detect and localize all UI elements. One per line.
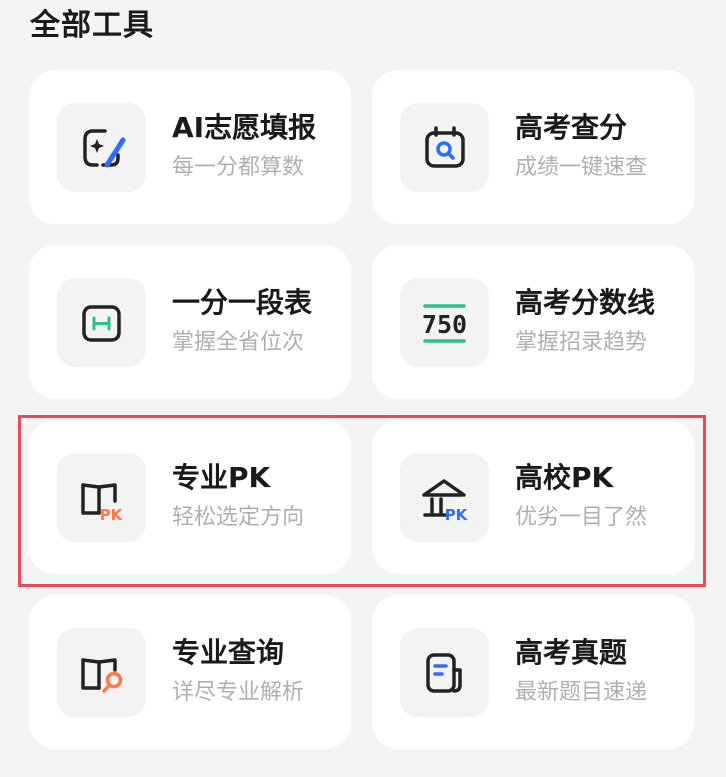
tool-subtitle: 详尽专业解析	[172, 680, 305, 705]
calendar-search-icon	[400, 103, 489, 192]
icon-text-pk: PK	[100, 506, 124, 524]
tool-title: 一分一段表	[172, 286, 313, 319]
tool-title: 专业查询	[172, 636, 285, 669]
exam-paper-icon	[400, 628, 489, 717]
tool-subtitle: 最新题目速递	[515, 680, 648, 705]
tool-card-major-search[interactable]: 专业查询 详尽专业解析	[29, 595, 351, 749]
tool-subtitle: 成绩一键速查	[515, 155, 648, 180]
icon-text-pk: PK	[445, 506, 469, 524]
tool-card-score-query[interactable]: 高考查分 成绩一键速查	[372, 70, 694, 224]
tool-subtitle: 掌握全省位次	[172, 330, 305, 355]
book-search-icon	[57, 628, 146, 717]
section-title: 全部工具	[30, 8, 154, 43]
score-line-750-icon: 750	[400, 278, 489, 367]
book-pk-icon: PK	[57, 453, 146, 542]
icon-text-750: 750	[422, 310, 467, 339]
ai-pen-icon	[57, 103, 146, 192]
tool-card-ai-application[interactable]: AI志愿填报 每一分都算数	[29, 70, 351, 224]
tool-subtitle: 每一分都算数	[172, 155, 305, 180]
tool-title: AI志愿填报	[172, 111, 317, 144]
tool-subtitle: 优劣一目了然	[515, 505, 648, 530]
score-range-icon	[57, 278, 146, 367]
tool-card-score-ranking-table[interactable]: 一分一段表 掌握全省位次	[29, 245, 351, 399]
tool-title: 高考真题	[515, 636, 628, 669]
tool-title: 高考分数线	[515, 286, 656, 319]
tool-title: 专业PK	[172, 461, 271, 494]
tool-card-major-pk[interactable]: PK 专业PK 轻松选定方向	[29, 420, 351, 574]
university-pk-icon: PK	[400, 453, 489, 542]
tool-title: 高校PK	[515, 461, 614, 494]
tool-card-exam-papers[interactable]: 高考真题 最新题目速递	[372, 595, 694, 749]
tool-subtitle: 掌握招录趋势	[515, 330, 648, 355]
tool-subtitle: 轻松选定方向	[172, 505, 305, 530]
tool-card-score-line[interactable]: 750 高考分数线 掌握招录趋势	[372, 245, 694, 399]
tool-card-university-pk[interactable]: PK 高校PK 优劣一目了然	[372, 420, 694, 574]
tool-title: 高考查分	[515, 111, 628, 144]
